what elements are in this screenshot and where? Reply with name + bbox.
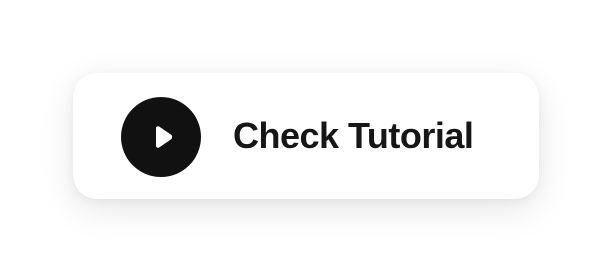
play-icon	[121, 97, 201, 177]
check-tutorial-button[interactable]: Check Tutorial	[73, 73, 539, 199]
check-tutorial-label: Check Tutorial	[233, 115, 474, 156]
